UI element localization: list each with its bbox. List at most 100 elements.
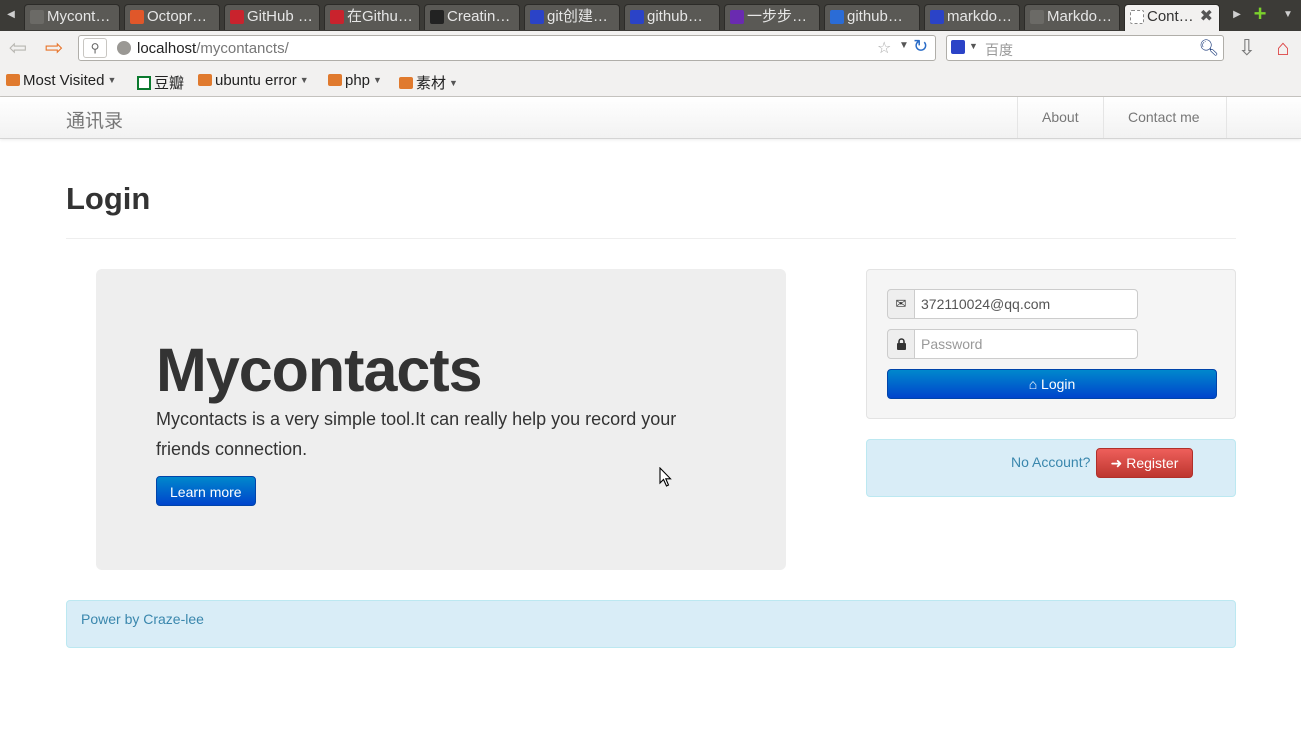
engine-dropdown-icon[interactable]: ▼ xyxy=(969,41,978,51)
browser-tab[interactable]: github… xyxy=(824,4,920,30)
login-button-label: Login xyxy=(1041,376,1076,392)
page-header: Login xyxy=(66,180,1236,239)
tab-label: markdo… xyxy=(947,8,1013,25)
tab-label: Markdo… xyxy=(1047,8,1113,25)
learn-more-button[interactable]: Learn more xyxy=(156,476,256,506)
bookmark-douban[interactable]: 豆瓣 xyxy=(137,72,184,93)
site-navbar: 通讯录 About Contact me xyxy=(0,97,1301,139)
douban-icon xyxy=(137,76,151,90)
url-history-dropdown-icon[interactable]: ▼ xyxy=(899,40,909,51)
email-input-group: ✉ xyxy=(887,289,1138,319)
back-arrow-icon[interactable]: ⇦ xyxy=(4,35,32,61)
home-icon[interactable]: ⌂ xyxy=(1270,35,1296,61)
nav-link-contact-me[interactable]: Contact me xyxy=(1103,97,1224,138)
most-visited-icon xyxy=(6,74,20,86)
nav-link-about[interactable]: About xyxy=(1017,97,1103,138)
tab-label: 一步步… xyxy=(747,8,808,25)
register-button[interactable]: ➜ Register xyxy=(1096,448,1193,478)
register-box: No Account? ➜ Register xyxy=(866,439,1236,497)
page-title: Login xyxy=(66,181,151,216)
octopress-icon xyxy=(130,10,144,24)
bookmark-label: 豆瓣 xyxy=(154,75,185,92)
login-form: ✉ ⌂ Login xyxy=(866,269,1236,419)
tab-active[interactable]: Cont… ✖ xyxy=(1124,4,1220,31)
baidu-icon xyxy=(530,10,544,24)
browser-tab[interactable]: Mycont… xyxy=(24,4,120,30)
tab-scroll-right-icon[interactable]: ▶ xyxy=(1228,4,1246,26)
password-input-group xyxy=(887,329,1138,359)
browser-tab[interactable]: markdo… xyxy=(924,4,1020,30)
login-button[interactable]: ⌂ Login xyxy=(887,369,1217,399)
folder-icon xyxy=(399,77,413,89)
search-bar[interactable]: ▼ 百度 🔍︎ xyxy=(946,35,1224,61)
search-magnifier-icon[interactable]: 🔍︎ xyxy=(1199,38,1219,58)
hero-unit: Mycontacts Mycontacts is a very simple t… xyxy=(96,269,786,570)
tab-list-chevron-icon[interactable]: ▼ xyxy=(1280,4,1296,26)
no-account-prompt: No Account? xyxy=(1011,454,1091,470)
browser-tab[interactable]: github… xyxy=(624,4,720,30)
tab-label: Cont… xyxy=(1147,8,1194,25)
address-bar[interactable]: ⚲ localhost/mycontancts/ ☆ ▼ ↻ xyxy=(78,35,936,61)
search-placeholder: 百度 xyxy=(985,42,1013,58)
url-path: /mycontancts/ xyxy=(196,40,289,57)
password-field[interactable] xyxy=(914,329,1138,359)
bookmark-folder-php[interactable]: php ▼ xyxy=(328,72,382,89)
url-host: localhost xyxy=(137,40,197,57)
browser-tab[interactable]: Creatin… xyxy=(424,4,520,30)
dropdown-caret-icon: ▼ xyxy=(299,75,309,85)
tab-scroll-left-icon[interactable]: ◀ xyxy=(2,4,20,26)
home-icon: ⌂ xyxy=(1028,376,1038,392)
download-arrow-icon[interactable]: ⇩ xyxy=(1236,35,1258,61)
bookmark-folder-sucai[interactable]: 素材 ▼ xyxy=(399,72,458,93)
purple-flag-icon xyxy=(730,10,744,24)
address-url[interactable]: localhost/mycontancts/ xyxy=(137,40,289,57)
baidu-engine-icon[interactable] xyxy=(951,40,965,54)
blank-page-icon xyxy=(1130,10,1144,24)
browser-tab[interactable]: Octopr… xyxy=(124,4,220,30)
site-globe-icon xyxy=(117,41,131,55)
page-icon xyxy=(1030,10,1044,24)
blue-globe-icon xyxy=(830,10,844,24)
bookmarks-toolbar: Most Visited ▼ 豆瓣 ubuntu error ▼ php ▼ 素材 ▼ xyxy=(0,65,1301,97)
bookmark-label: ubuntu error xyxy=(215,72,297,89)
register-button-label: Register xyxy=(1126,455,1179,471)
browser-tab[interactable]: GitHub … xyxy=(224,4,320,30)
forward-arrow-icon[interactable]: ⇨ xyxy=(40,35,68,61)
tab-label: Mycont… xyxy=(47,8,111,25)
bookmark-label: Most Visited xyxy=(23,72,105,89)
tab-label: github… xyxy=(647,8,703,25)
close-tab-icon[interactable]: ✖ xyxy=(1200,5,1213,29)
mouse-cursor-icon xyxy=(659,467,672,487)
github-red-icon xyxy=(330,10,344,24)
browser-navigation-bar: ⇦ ⇨ ⚲ localhost/mycontancts/ ☆ ▼ ↻ ▼ 百度 … xyxy=(0,31,1301,65)
new-tab-icon[interactable]: + xyxy=(1250,3,1270,26)
tab-label: 在Githu… xyxy=(347,8,413,25)
nav-divider xyxy=(1226,97,1227,138)
bookmark-star-icon[interactable]: ☆ xyxy=(877,38,891,58)
footer-credit: Power by Craze-lee xyxy=(81,611,204,627)
page-icon xyxy=(30,10,44,24)
browser-tab-bar: ◀ Mycont… Octopr… GitHub … 在Githu… Creatin… g… xyxy=(0,0,1301,31)
folder-icon xyxy=(328,74,342,86)
bookmark-label: php xyxy=(345,72,371,89)
reload-icon[interactable]: ↻ xyxy=(913,36,928,57)
envelope-icon: ✉ xyxy=(887,289,915,319)
tab-label: git创建… xyxy=(547,8,608,25)
lock-icon xyxy=(887,329,915,359)
browser-tab[interactable]: 一步步… xyxy=(724,4,820,30)
bookmark-most-visited[interactable]: Most Visited ▼ xyxy=(6,72,116,89)
identity-key-icon[interactable]: ⚲ xyxy=(83,38,107,58)
folder-icon xyxy=(198,74,212,86)
browser-tab[interactable]: Markdo… xyxy=(1024,4,1120,30)
baidu-icon xyxy=(630,10,644,24)
bookmark-folder-ubuntu-error[interactable]: ubuntu error ▼ xyxy=(198,72,309,89)
tab-label: Octopr… xyxy=(147,8,208,25)
email-field[interactable] xyxy=(914,289,1138,319)
dropdown-caret-icon: ▼ xyxy=(107,75,117,85)
dropdown-caret-icon: ▼ xyxy=(449,78,458,88)
site-brand[interactable]: 通讯录 xyxy=(66,106,123,133)
hero-description: Mycontacts is a very simple tool.It can … xyxy=(156,409,677,459)
browser-tab[interactable]: 在Githu… xyxy=(324,4,420,30)
browser-tab[interactable]: git创建… xyxy=(524,4,620,30)
github-octocat-icon xyxy=(430,10,444,24)
